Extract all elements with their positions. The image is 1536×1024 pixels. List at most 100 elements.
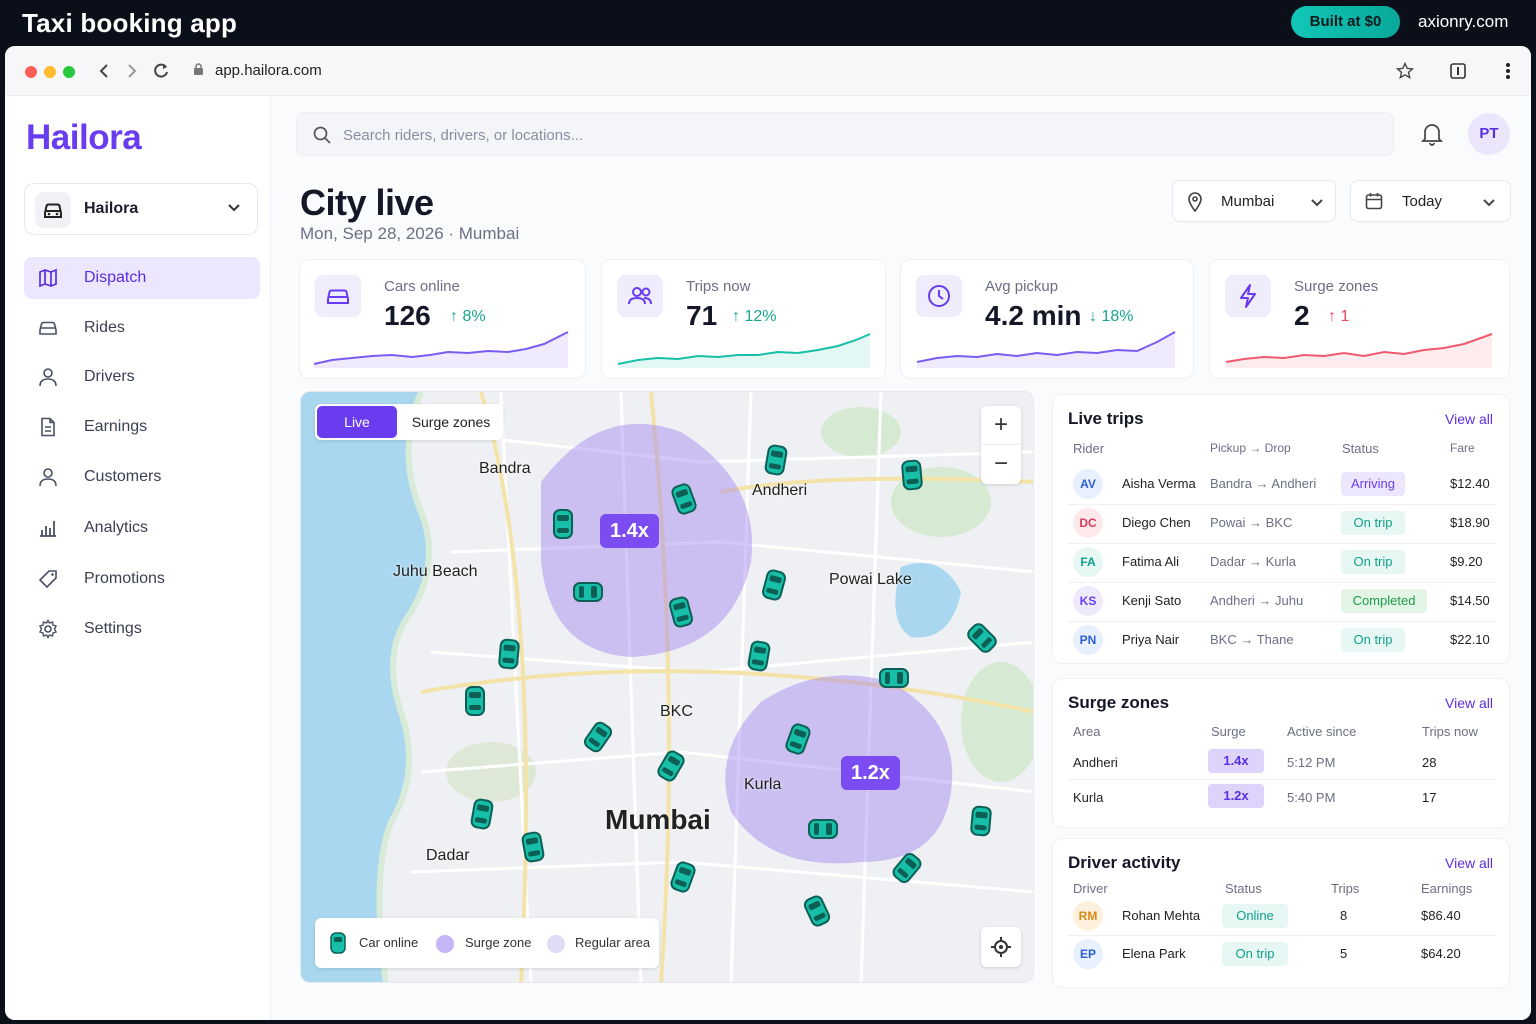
column-header: Fare xyxy=(1450,441,1475,455)
sidebar-item-dispatch[interactable]: Dispatch xyxy=(24,257,260,299)
sidebar: Hailora Hailora Dispatch Rides Drivers E… xyxy=(5,96,271,1020)
surge-area: Andheri xyxy=(1073,755,1118,770)
chevron-down-icon xyxy=(1311,199,1323,207)
map-base xyxy=(301,392,1033,982)
surge-badge[interactable]: 1.4x xyxy=(600,514,659,548)
kpi-card-avg-pickup[interactable]: Avg pickup 4.2 min ↓ 18% xyxy=(900,259,1194,379)
sidebar-item-rides[interactable]: Rides xyxy=(24,307,260,349)
user-avatar[interactable]: PT xyxy=(1468,113,1510,155)
document-icon xyxy=(41,417,55,437)
built-badge[interactable]: Built at $0 xyxy=(1291,6,1400,38)
crosshair-icon xyxy=(991,937,1011,957)
minimize-window-button[interactable] xyxy=(44,66,56,78)
city-dropdown[interactable]: Mumbai xyxy=(1172,180,1336,222)
surge-swatch xyxy=(436,935,454,953)
surge-active-since: 5:12 PM xyxy=(1287,755,1336,770)
column-header: Area xyxy=(1073,724,1101,739)
sidebar-item-earnings[interactable]: Earnings xyxy=(24,406,260,448)
driver-earnings: $86.40 xyxy=(1421,908,1461,923)
banner-title: Taxi booking app xyxy=(22,8,238,38)
map-label-city: Mumbai xyxy=(605,804,711,835)
driver-trips: 8 xyxy=(1340,908,1348,923)
period-dropdown[interactable]: Today xyxy=(1350,180,1511,222)
map-label: Juhu Beach xyxy=(393,563,478,580)
address-bar[interactable]: app.hailora.com xyxy=(185,56,1435,86)
driver-avatar: RM xyxy=(1073,901,1103,931)
maximize-window-button[interactable] xyxy=(63,66,75,78)
column-header: Driver xyxy=(1073,881,1108,896)
browser-toolbar: app.hailora.com xyxy=(5,46,1531,96)
trip-route: Dadar → Kurla xyxy=(1210,554,1296,569)
search-icon xyxy=(313,126,331,144)
main-content: PT City live Mon, Sep 28, 2026 · Mumbai … xyxy=(271,96,1531,1020)
trip-route: Bandra → Andheri xyxy=(1210,476,1317,491)
org-selector[interactable]: Hailora xyxy=(24,183,258,235)
sparkline-chart xyxy=(617,333,871,368)
close-window-button[interactable] xyxy=(25,66,37,78)
kpi-card-trips-now[interactable]: Trips now 71 ↑ 12% xyxy=(601,259,886,379)
user-icon xyxy=(39,368,57,387)
gear-icon xyxy=(39,619,57,639)
surge-badge[interactable]: 1.2x xyxy=(841,756,900,790)
row-divider xyxy=(1068,504,1496,505)
map-legend: Car online Surge zone Regular area xyxy=(315,918,659,968)
search-bar[interactable] xyxy=(296,112,1394,156)
back-icon[interactable] xyxy=(98,63,110,79)
sidebar-item-label: Analytics xyxy=(84,519,149,536)
notifications-bell-icon[interactable] xyxy=(1421,122,1443,146)
banner-domain[interactable]: axionry.com xyxy=(1418,12,1508,32)
tab-surge-zones[interactable]: Surge zones xyxy=(403,406,499,438)
driver-name: Elena Park xyxy=(1122,946,1186,961)
surge-multiplier-badge: 1.4x xyxy=(1208,749,1264,773)
rider-avatar: FA xyxy=(1073,547,1103,577)
forward-icon[interactable] xyxy=(126,63,138,79)
regular-swatch xyxy=(547,935,565,953)
view-all-link[interactable]: View all xyxy=(1445,695,1493,711)
sidebar-item-label: Customers xyxy=(84,468,162,485)
sidebar-item-drivers[interactable]: Drivers xyxy=(24,356,260,398)
sparkline-chart xyxy=(1225,333,1493,368)
chevron-down-icon xyxy=(1483,199,1495,207)
status-badge: Completed xyxy=(1341,589,1427,613)
column-header: Pickup → Drop xyxy=(1210,441,1291,455)
car-icon xyxy=(35,192,71,228)
sidebar-toggle-icon[interactable] xyxy=(1450,62,1466,80)
row-divider xyxy=(1068,582,1496,583)
url-text: app.hailora.com xyxy=(215,62,322,79)
car-icon xyxy=(39,321,57,335)
driver-trips: 5 xyxy=(1340,946,1348,961)
user-icon xyxy=(39,468,57,487)
rider-name: Aisha Verma xyxy=(1122,476,1196,491)
sidebar-item-label: Promotions xyxy=(84,570,165,587)
sidebar-item-analytics[interactable]: Analytics xyxy=(24,507,260,549)
bar-chart-icon xyxy=(40,521,56,537)
trip-fare: $22.10 xyxy=(1450,632,1490,647)
reload-icon[interactable] xyxy=(152,62,170,80)
kpi-card-cars-online[interactable]: Cars online 126 ↑ 8% xyxy=(299,259,586,379)
view-all-link[interactable]: View all xyxy=(1445,411,1493,427)
zoom-in-button[interactable]: + xyxy=(981,406,1021,444)
tab-live[interactable]: Live xyxy=(317,406,397,438)
column-header: Earnings xyxy=(1421,881,1473,896)
kpi-label: Cars online xyxy=(384,278,460,295)
sidebar-item-label: Dispatch xyxy=(84,269,147,286)
more-menu-icon[interactable] xyxy=(1505,62,1511,80)
search-input[interactable] xyxy=(343,123,1343,147)
recenter-button[interactable] xyxy=(981,927,1021,967)
city-map[interactable]: Live Surge zones + − Bandra Andheri Juhu… xyxy=(300,391,1034,983)
sidebar-item-promotions[interactable]: Promotions xyxy=(24,558,260,600)
kpi-card-surge-zones[interactable]: Surge zones 2 ↑ 1 xyxy=(1209,259,1510,379)
rider-avatar: DC xyxy=(1073,508,1103,538)
status-badge: On trip xyxy=(1222,942,1288,966)
view-all-link[interactable]: View all xyxy=(1445,855,1493,871)
surge-multiplier-badge: 1.2x xyxy=(1208,784,1264,808)
zoom-out-button[interactable]: − xyxy=(981,444,1021,482)
sidebar-item-settings[interactable]: Settings xyxy=(24,608,260,650)
location-pin-icon xyxy=(1188,192,1202,212)
sidebar-item-customers[interactable]: Customers xyxy=(24,456,260,498)
app-logo[interactable]: Hailora xyxy=(26,118,142,158)
kpi-label: Avg pickup xyxy=(985,278,1059,295)
zoom-control: + − xyxy=(981,406,1021,484)
surge-area: Kurla xyxy=(1073,790,1104,805)
bookmark-star-icon[interactable] xyxy=(1396,62,1414,80)
